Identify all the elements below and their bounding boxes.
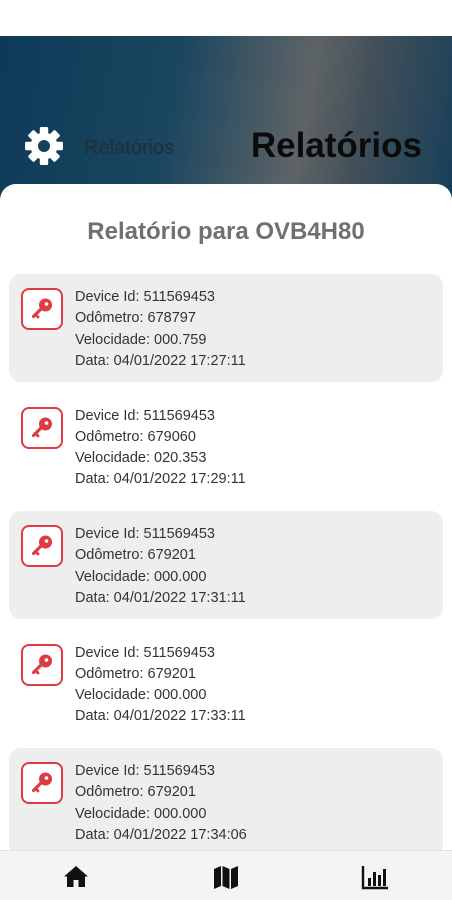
entry-details: Device Id: 511569453 Odômetro: 678797 Velo…	[75, 287, 246, 372]
key-icon	[21, 406, 63, 449]
date-text: Data: 04/01/2022 17:27:11	[75, 352, 246, 369]
speed-text: Velocidade: 020.353	[75, 450, 207, 467]
report-title: Relatório para OVB4H80	[87, 218, 365, 245]
odometer-text: Odômetro: 679201	[75, 547, 196, 564]
key-icon	[21, 643, 63, 686]
entry-details: Device Id: 511569453 Odômetro: 679201 Velo…	[75, 643, 246, 728]
settings-label[interactable]: Relatórios	[84, 137, 174, 160]
gear-icon[interactable]	[22, 124, 66, 168]
home-icon[interactable]	[62, 863, 90, 891]
report-entry-card[interactable]: Device Id: 511569453 Odômetro: 679201 Velo…	[9, 511, 443, 619]
page-title: Relatórios	[250, 126, 422, 165]
key-icon	[21, 762, 63, 804]
odometer-text: Odômetro: 679201	[75, 665, 196, 682]
odometer-text: Odômetro: 678797	[75, 310, 196, 327]
map-icon[interactable]	[212, 863, 240, 891]
date-text: Data: 04/01/2022 17:33:11	[75, 708, 246, 725]
speed-text: Velocidade: 000.000	[75, 687, 207, 704]
report-entry-card[interactable]: Device Id: 511569453 Odômetro: 678797 Velo…	[9, 274, 443, 382]
status-bar	[0, 0, 452, 36]
odometer-text: Odômetro: 679060	[75, 428, 196, 445]
device-id-text: Device Id: 511569453	[75, 526, 216, 542]
speed-text: Velocidade: 000.000	[75, 568, 207, 585]
key-icon	[21, 288, 63, 330]
bottom-nav	[0, 850, 452, 900]
report-sheet: Relatório para OVB4H80 Device Id: 511569…	[0, 184, 452, 850]
report-entry-card[interactable]: Device Id: 511569453 Odômetro: 679201 Velo…	[9, 629, 443, 738]
app-header: Relatórios Relatórios	[0, 36, 452, 213]
entry-details: Device Id: 511569453 Odômetro: 679060 Velo…	[75, 406, 246, 491]
speed-text: Velocidade: 000.000	[75, 805, 207, 822]
device-id-text: Device Id: 511569453	[75, 644, 216, 661]
entry-details: Device Id: 511569453 Odômetro: 679201 Velo…	[75, 524, 246, 609]
date-text: Data: 04/01/2022 17:34:06	[75, 826, 247, 843]
device-id-text: Device Id: 511569453	[75, 407, 216, 424]
speed-text: Velocidade: 000.759	[75, 331, 207, 348]
device-id-text: Device Id: 511569453	[75, 289, 216, 305]
device-id-text: Device Id: 511569453	[75, 763, 216, 779]
date-text: Data: 04/01/2022 17:29:11	[75, 471, 246, 488]
bar-chart-icon[interactable]	[361, 863, 389, 891]
key-icon	[21, 525, 63, 567]
report-entry-card[interactable]: Device Id: 511569453 Odômetro: 679060 Velo…	[9, 392, 443, 501]
report-entry-card[interactable]: Device Id: 511569453 Odômetro: 679201 Velo…	[9, 748, 443, 850]
date-text: Data: 04/01/2022 17:31:11	[75, 589, 246, 606]
entry-details: Device Id: 511569453 Odômetro: 679201 Velo…	[75, 761, 247, 846]
odometer-text: Odômetro: 679201	[75, 784, 196, 801]
